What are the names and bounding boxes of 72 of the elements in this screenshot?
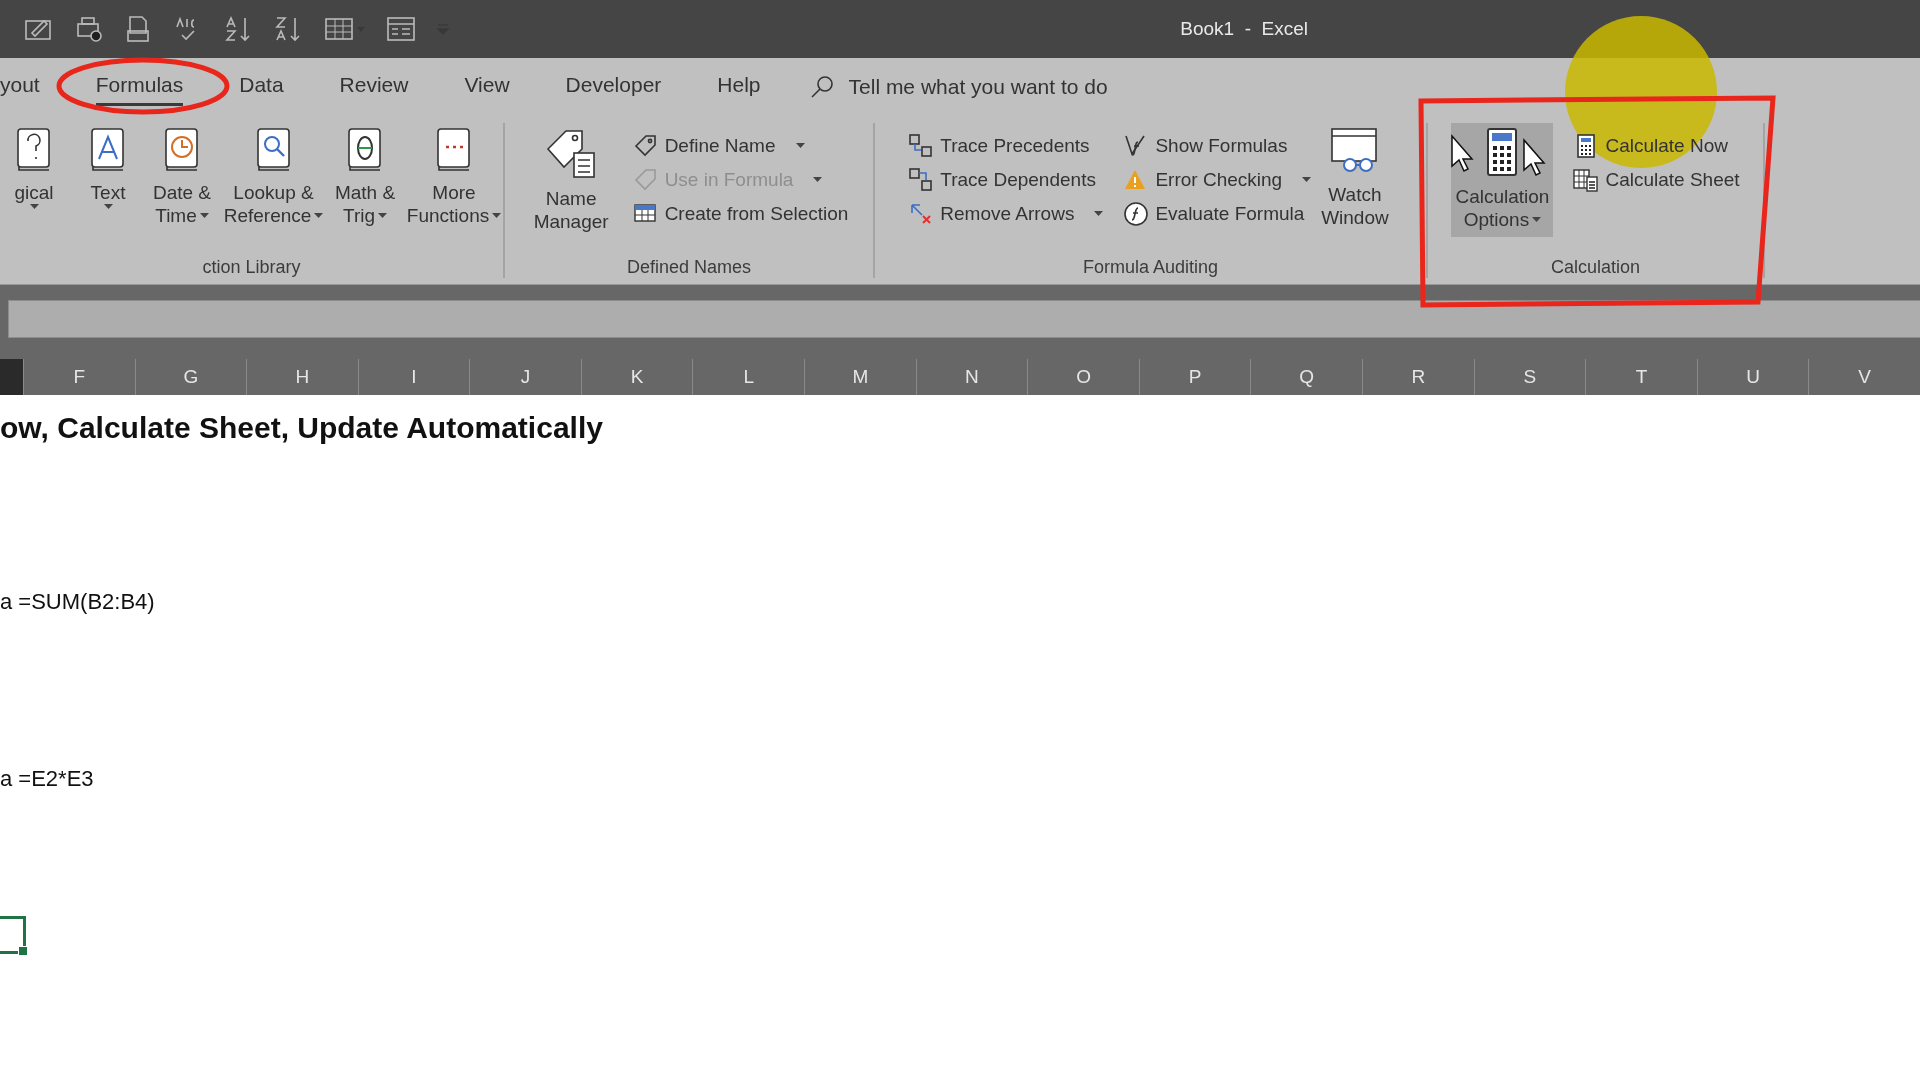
ribbon-large-button[interactable]: Text	[74, 123, 142, 216]
ribbon-small-button[interactable]: Calculate Now	[1573, 131, 1740, 161]
ribbon-small-button[interactable]: Calculate Sheet	[1573, 165, 1740, 195]
form-icon	[386, 15, 416, 43]
text-book-icon	[90, 127, 126, 173]
column-header[interactable]: M	[804, 359, 916, 395]
tag-icon	[632, 133, 659, 159]
ribbon-large-button[interactable]: gical	[0, 123, 68, 216]
column-header[interactable]: K	[580, 359, 693, 395]
book-icon	[16, 127, 52, 173]
ribbon-tab[interactable]: View	[464, 67, 510, 106]
ribbon-tab[interactable]: Developer	[565, 67, 662, 106]
column-header[interactable]: U	[1696, 359, 1809, 395]
ribbon-large-button[interactable]: Math & Trig	[331, 123, 400, 233]
sheet-heading: ow, Calculate Sheet, Update Automatically	[0, 411, 603, 445]
column-header[interactable]: Q	[1250, 359, 1363, 395]
column-header[interactable]: H	[246, 359, 358, 395]
group-label: Calculation	[1550, 257, 1641, 278]
ribbon-tab[interactable]: Formulas	[95, 67, 184, 106]
ribbon-small-button[interactable]: Define Name	[632, 131, 849, 161]
calculator-icon	[1485, 127, 1520, 177]
ribbon-small-button[interactable]: Create from Selection	[632, 199, 849, 229]
ribbon-large-button[interactable]: Calculation Options	[1451, 123, 1554, 237]
ribbon-small-button[interactable]: Evaluate Formula	[1123, 199, 1312, 229]
ribbon-tab[interactable]: Data	[239, 67, 284, 106]
column-header[interactable]: V	[1808, 359, 1920, 395]
ribbon-tab[interactable]: yout	[0, 67, 40, 106]
magnifier-book-icon	[255, 127, 292, 173]
mouse-pointer-icon	[1523, 138, 1546, 176]
cell-text: a =SUM(B2:B4)	[0, 588, 155, 616]
ribbon-small-button[interactable]: Trace Dependents	[908, 165, 1104, 195]
table-dropdown-icon	[324, 15, 366, 43]
column-header[interactable]: L	[692, 359, 805, 395]
column-header[interactable]: P	[1138, 359, 1251, 395]
formula-bar[interactable]	[8, 300, 1920, 338]
mouse-pointer-icon	[1451, 134, 1474, 172]
window-title: Book1 - Excel	[1180, 18, 1308, 40]
sheet-calculator-icon	[1573, 167, 1600, 193]
tag-icon	[632, 167, 659, 193]
column-header[interactable]: I	[357, 359, 470, 395]
column-header[interactable]: R	[1362, 359, 1474, 395]
ribbon-small-button[interactable]: Error Checking	[1123, 165, 1312, 195]
column-header[interactable]: F	[22, 359, 135, 395]
active-cell[interactable]	[0, 916, 26, 954]
ribbon-small-button[interactable]: Remove Arrows	[908, 199, 1104, 229]
tell-me-field[interactable]: Tell me what you want to do	[848, 74, 1108, 99]
clock-book-icon	[164, 127, 200, 173]
trace-precedents-icon	[908, 133, 935, 159]
print-preview-icon	[74, 15, 104, 43]
column-header[interactable]: O	[1027, 359, 1139, 395]
cell-text: a =E2*E3	[0, 765, 94, 793]
column-header[interactable]: J	[469, 359, 581, 395]
trace-dependents-icon	[908, 167, 935, 193]
dots-book-icon	[436, 127, 472, 173]
ribbon-large-button[interactable]: More Functions	[405, 123, 503, 233]
ribbon-large-button[interactable]: Watch Window	[1317, 123, 1393, 235]
ribbon-large-button[interactable]: Date & Time	[148, 123, 216, 233]
ribbon-tab[interactable]: Help	[717, 67, 761, 106]
column-header[interactable]: S	[1473, 359, 1586, 395]
group-label: Defined Names	[626, 257, 752, 278]
group-label: ction Library	[202, 257, 301, 278]
column-header[interactable]: T	[1585, 359, 1697, 395]
ribbon-small-button[interactable]: Trace Precedents	[908, 131, 1104, 161]
column-header[interactable]: G	[134, 359, 247, 395]
column-header[interactable]: N	[915, 359, 1028, 395]
ribbon-tab[interactable]: Review	[339, 67, 409, 106]
function-circle-icon	[1123, 201, 1150, 227]
ribbon-large-button[interactable]: Name Manager	[529, 123, 613, 239]
group-label: Formula Auditing	[1082, 257, 1219, 278]
ribbon-large-button[interactable]: Lookup & Reference	[222, 123, 326, 233]
theta-book-icon	[347, 127, 384, 173]
ribbon-small-button[interactable]: Show Formulas	[1123, 131, 1312, 161]
